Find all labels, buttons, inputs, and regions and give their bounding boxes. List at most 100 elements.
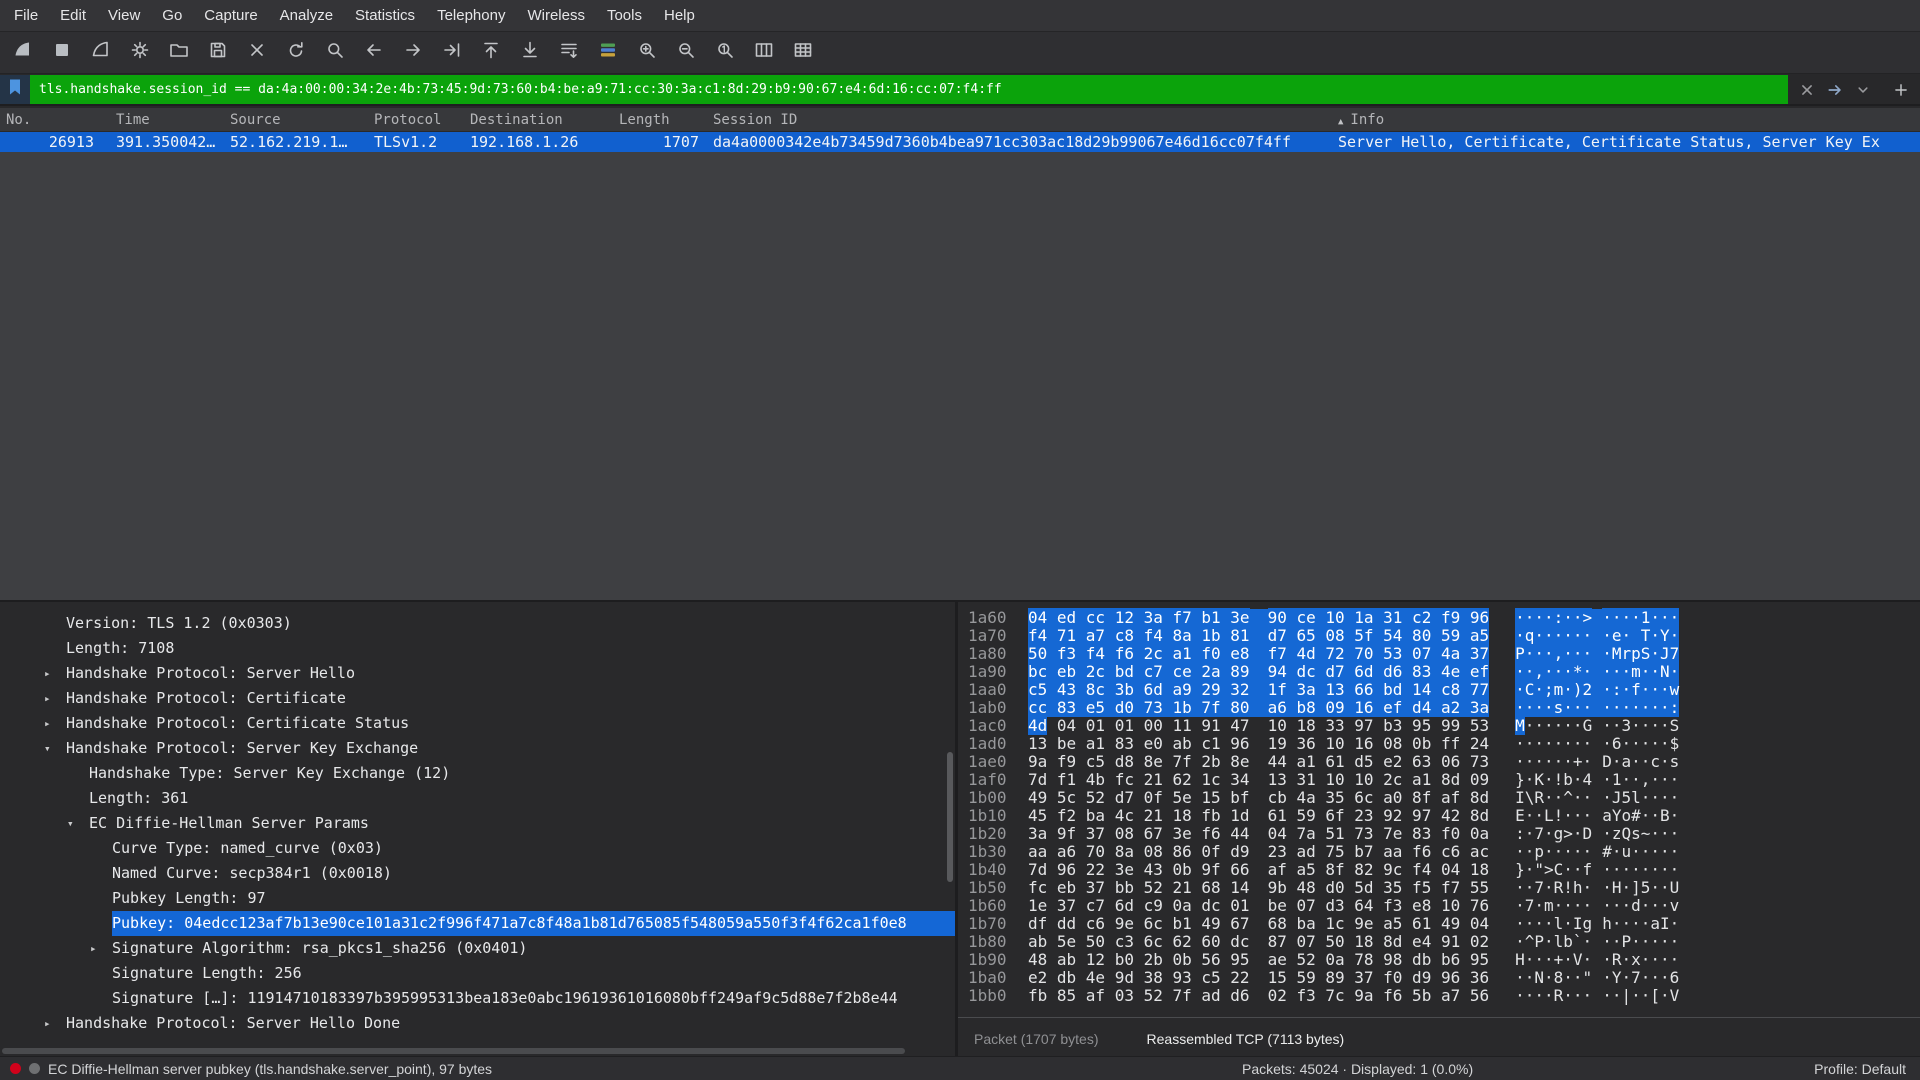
detail-line[interactable]: Handshake Type: Server Key Exchange (12)	[0, 761, 955, 786]
column-header-time[interactable]: Time	[110, 112, 224, 128]
capture-comment-icon[interactable]	[29, 1063, 40, 1074]
detail-line[interactable]: ▸Handshake Protocol: Server Hello Done	[0, 1011, 955, 1036]
display-columns-button[interactable]	[783, 37, 822, 69]
column-header-length[interactable]: Length	[613, 112, 707, 128]
detail-line-selected[interactable]: Pubkey: 04edcc123af7b13e90ce101a31c2f996…	[0, 911, 955, 936]
hex-row[interactable]: 1a6004 ed cc 12 3a f7 b1 3e90 ce 10 1a 3…	[958, 609, 1920, 627]
detail-line[interactable]: Signature Length: 256	[0, 961, 955, 986]
go-forward-button[interactable]	[393, 37, 432, 69]
filter-dropdown-button[interactable]	[1852, 79, 1874, 101]
expand-arrow-icon[interactable]: ▸	[90, 936, 112, 961]
apply-filter-button[interactable]	[1824, 79, 1846, 101]
hex-row[interactable]: 1b9048 ab 12 b0 2b 0b 56 95ae 52 0a 78 9…	[958, 951, 1920, 969]
hex-row[interactable]: 1ae09a f9 c5 d8 8e 7f 2b 8e44 a1 61 d5 e…	[958, 753, 1920, 771]
zoom-in-button[interactable]	[627, 37, 666, 69]
hex-row[interactable]: 1af07d f1 4b fc 21 62 1c 3413 31 10 10 2…	[958, 771, 1920, 789]
resize-columns-button[interactable]	[744, 37, 783, 69]
hex-row[interactable]: 1a8050 f3 f4 f6 2c a1 f0 e8f7 4d 72 70 5…	[958, 645, 1920, 663]
detail-line[interactable]: ▸Handshake Protocol: Server Hello	[0, 661, 955, 686]
reload-file-button[interactable]	[276, 37, 315, 69]
expand-arrow-icon[interactable]: ▸	[44, 1011, 66, 1036]
collapse-arrow-icon[interactable]: ▾	[67, 811, 89, 836]
menu-item-statistics[interactable]: Statistics	[345, 2, 425, 29]
collapse-arrow-icon[interactable]: ▾	[44, 736, 66, 761]
hex-row[interactable]: 1b50fc eb 37 bb 52 21 68 149b 48 d0 5d 3…	[958, 879, 1920, 897]
find-packet-button[interactable]	[315, 37, 354, 69]
menu-item-view[interactable]: View	[98, 2, 150, 29]
menu-item-file[interactable]: File	[4, 2, 48, 29]
first-packet-button[interactable]	[471, 37, 510, 69]
hex-row[interactable]: 1b1045 f2 ba 4c 21 18 fb 1d61 59 6f 23 9…	[958, 807, 1920, 825]
column-header-info[interactable]: ▲Info	[1332, 112, 1920, 128]
hex-row[interactable]: 1ac04d 04 01 01 00 11 91 4710 18 33 97 b…	[958, 717, 1920, 735]
column-header-session-id[interactable]: Session ID	[707, 112, 1332, 128]
hex-row[interactable]: 1b30aa a6 70 8a 08 86 0f d923 ad 75 b7 a…	[958, 843, 1920, 861]
hex-row[interactable]: 1bb0fb 85 af 03 52 7f ad d602 f3 7c 9a f…	[958, 987, 1920, 1005]
detail-line[interactable]: Length: 361	[0, 786, 955, 811]
column-header-source[interactable]: Source	[224, 112, 368, 128]
hex-row[interactable]: 1b203a 9f 37 08 67 3e f6 4404 7a 51 73 7…	[958, 825, 1920, 843]
tab-packet-1707-bytes[interactable]: Packet (1707 bytes)	[974, 1031, 1099, 1047]
filter-input[interactable]: tls.handshake.session_id == da:4a:00:00:…	[30, 75, 1788, 104]
expand-arrow-icon[interactable]: ▸	[44, 686, 66, 711]
hex-row[interactable]: 1b80ab 5e 50 c3 6c 62 60 dc87 07 50 18 8…	[958, 933, 1920, 951]
menu-item-telephony[interactable]: Telephony	[427, 2, 515, 29]
expand-arrow-icon[interactable]: ▸	[44, 711, 66, 736]
detail-line[interactable]: Named Curve: secp384r1 (0x0018)	[0, 861, 955, 886]
hex-row[interactable]: 1ad013 be a1 83 e0 ab c1 9619 36 10 16 0…	[958, 735, 1920, 753]
column-header-no[interactable]: No.	[0, 112, 110, 128]
restart-capture-button[interactable]	[81, 37, 120, 69]
tab-reassembled-tcp-7113-bytes[interactable]: Reassembled TCP (7113 bytes)	[1147, 1031, 1345, 1047]
detail-line[interactable]: ▸Handshake Protocol: Certificate	[0, 686, 955, 711]
hex-row[interactable]: 1b0049 5c 52 d7 0f 5e 15 bfcb 4a 35 6c a…	[958, 789, 1920, 807]
close-file-button[interactable]	[237, 37, 276, 69]
detail-line[interactable]: Signature […]: 11914710183397b395995313b…	[0, 986, 955, 1011]
detail-line[interactable]: Pubkey Length: 97	[0, 886, 955, 911]
hex-row[interactable]: 1b407d 96 22 3e 43 0b 9f 66af a5 8f 82 9…	[958, 861, 1920, 879]
menu-item-wireless[interactable]: Wireless	[517, 2, 595, 29]
scrollbar-thumb[interactable]	[947, 752, 953, 882]
auto-scroll-button[interactable]	[549, 37, 588, 69]
clear-filter-button[interactable]	[1796, 79, 1818, 101]
detail-line[interactable]: Curve Type: named_curve (0x03)	[0, 836, 955, 861]
detail-vertical-scrollbar[interactable]	[947, 602, 953, 1042]
packet-row[interactable]: 26913391.350042…52.162.219.1…TLSv1.2192.…	[0, 132, 1920, 152]
detail-line[interactable]: Version: TLS 1.2 (0x0303)	[0, 611, 955, 636]
go-to-packet-button[interactable]	[432, 37, 471, 69]
go-back-button[interactable]	[354, 37, 393, 69]
detail-line[interactable]: ▸Handshake Protocol: Certificate Status	[0, 711, 955, 736]
detail-line[interactable]: ▸Signature Algorithm: rsa_pkcs1_sha256 (…	[0, 936, 955, 961]
expand-arrow-icon[interactable]: ▸	[44, 661, 66, 686]
detail-line[interactable]: Length: 7108	[0, 636, 955, 661]
filter-bookmark-button[interactable]	[0, 75, 30, 104]
capture-options-button[interactable]	[120, 37, 159, 69]
scrollbar-thumb[interactable]	[2, 1048, 905, 1054]
menu-item-help[interactable]: Help	[654, 2, 705, 29]
hex-row[interactable]: 1aa0c5 43 8c 3b 6d a9 29 321f 3a 13 66 b…	[958, 681, 1920, 699]
add-filter-button[interactable]	[1890, 79, 1912, 101]
last-packet-button[interactable]	[510, 37, 549, 69]
detail-line[interactable]: ▾Handshake Protocol: Server Key Exchange	[0, 736, 955, 761]
menu-item-go[interactable]: Go	[152, 2, 192, 29]
detail-line[interactable]: ▾EC Diffie-Hellman Server Params	[0, 811, 955, 836]
column-header-protocol[interactable]: Protocol	[368, 112, 464, 128]
expert-info-icon[interactable]	[10, 1063, 21, 1074]
save-file-button[interactable]	[198, 37, 237, 69]
menu-item-analyze[interactable]: Analyze	[270, 2, 343, 29]
hex-row[interactable]: 1ba0e2 db 4e 9d 38 93 c5 2215 59 89 37 f…	[958, 969, 1920, 987]
open-file-button[interactable]	[159, 37, 198, 69]
hex-row[interactable]: 1a90bc eb 2c bd c7 ce 2a 8994 dc d7 6d d…	[958, 663, 1920, 681]
column-header-destination[interactable]: Destination	[464, 112, 613, 128]
hex-row[interactable]: 1a70f4 71 a7 c8 f4 8a 1b 81d7 65 08 5f 5…	[958, 627, 1920, 645]
hex-row[interactable]: 1ab0cc 83 e5 d0 73 1b 7f 80a6 b8 09 16 e…	[958, 699, 1920, 717]
menu-item-capture[interactable]: Capture	[194, 2, 267, 29]
hex-row[interactable]: 1b70df dd c6 9e 6c b1 49 6768 ba 1c 9e a…	[958, 915, 1920, 933]
stop-capture-button[interactable]	[42, 37, 81, 69]
hex-row[interactable]: 1b601e 37 c7 6d c9 0a dc 01be 07 d3 64 f…	[958, 897, 1920, 915]
colorize-button[interactable]	[588, 37, 627, 69]
status-profile[interactable]: Profile: Default	[1814, 1061, 1906, 1077]
menu-item-edit[interactable]: Edit	[50, 2, 96, 29]
start-capture-button[interactable]	[3, 37, 42, 69]
zoom-original-button[interactable]	[705, 37, 744, 69]
zoom-out-button[interactable]	[666, 37, 705, 69]
